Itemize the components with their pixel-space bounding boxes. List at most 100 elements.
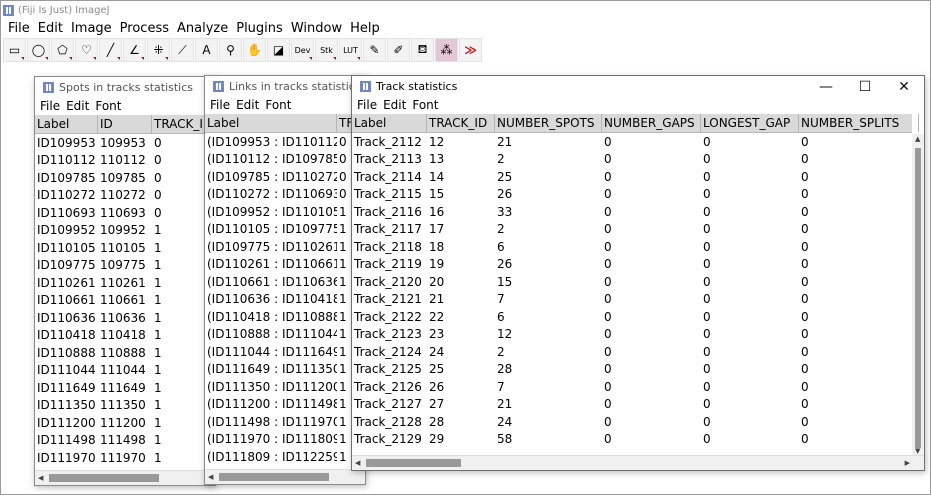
pencil-icon[interactable]: ✎: [363, 38, 386, 62]
spots-titlebar[interactable]: Spots in tracks statistics: [35, 77, 215, 97]
menu-help[interactable]: Help: [348, 21, 386, 36]
table-row[interactable]: ID111350 111350 1: [35, 397, 215, 415]
menu-file[interactable]: File: [40, 99, 66, 113]
text-icon[interactable]: A: [195, 38, 218, 62]
table-row[interactable]: Track_2128 28 24 0 0 0: [352, 413, 924, 431]
flood-fill-icon[interactable]: ⛾: [411, 38, 434, 62]
table-row[interactable]: Track_2120 20 15 0 0 0: [352, 273, 924, 291]
table-row[interactable]: (ID110105 : ID109775) 1: [205, 221, 365, 239]
column-header[interactable]: Label: [352, 114, 427, 132]
table-row[interactable]: ID110636 110636 1: [35, 309, 215, 327]
table-row[interactable]: ID110105 110105 1: [35, 239, 215, 257]
column-header[interactable]: Label: [35, 115, 98, 133]
tracks-window[interactable]: Track statistics — ☐ ✕ File Edit Font Labe…: [351, 75, 925, 471]
table-row[interactable]: ID110888 110888 1: [35, 344, 215, 362]
stk-icon[interactable]: Stk: [315, 38, 338, 62]
table-row[interactable]: ID110418 110418 1: [35, 327, 215, 345]
table-row[interactable]: Track_2114 14 25 0 0 0: [352, 168, 924, 186]
table-row[interactable]: (ID110418 : ID110888) 1: [205, 308, 365, 326]
table-row[interactable]: (ID111970 : ID111809) 1: [205, 431, 365, 449]
table-row[interactable]: ID110661 110661 1: [35, 292, 215, 310]
column-header[interactable]: NUMBER_SPLITS: [799, 114, 919, 132]
menu-image[interactable]: Image: [69, 21, 118, 36]
links-table-body[interactable]: (ID109953 : ID110112) 0 (ID110112 : ID1097…: [205, 133, 365, 466]
menu-file[interactable]: File: [6, 21, 36, 36]
close-icon[interactable]: ✕: [890, 79, 918, 95]
menu-edit[interactable]: Edit: [236, 98, 265, 112]
tracks-table-header[interactable]: Label TRACK_ID NUMBER_SPOTS NUMBER_GAPS LONG…: [352, 114, 919, 133]
tracks-vscroll-thumb[interactable]: [915, 148, 921, 448]
tracks-table-body[interactable]: Track_2112 12 21 0 0 0 Track_2113 13 2 0 0 0 Track_2…: [352, 133, 924, 448]
table-row[interactable]: Track_2117 17 2 0 0 0: [352, 221, 924, 239]
table-row[interactable]: Track_2125 25 28 0 0 0: [352, 361, 924, 379]
table-row[interactable]: ID111044 111044 1: [35, 362, 215, 380]
table-row[interactable]: ID109785 109785 0: [35, 169, 215, 187]
table-row[interactable]: Track_2124 24 2 0 0 0: [352, 343, 924, 361]
table-row[interactable]: (ID110261 : ID110661) 1: [205, 256, 365, 274]
table-row[interactable]: (ID111649 : ID111350) 1: [205, 361, 365, 379]
menu-font[interactable]: Font: [95, 99, 127, 113]
table-row[interactable]: (ID110661 : ID110636) 1: [205, 273, 365, 291]
table-row[interactable]: Track_2129 29 58 0 0 0: [352, 431, 924, 449]
menu-file[interactable]: File: [357, 98, 383, 112]
table-row[interactable]: Track_2119 19 26 0 0 0: [352, 256, 924, 274]
lut-icon[interactable]: LUT: [339, 38, 362, 62]
menu-process[interactable]: Process: [118, 21, 175, 36]
scroll-down-icon[interactable]: ▼: [915, 447, 920, 455]
table-row[interactable]: Track_2122 22 6 0 0 0: [352, 308, 924, 326]
spots-table-body[interactable]: ID109953 109953 0 ID110112 110112 0 ID109785 10…: [35, 134, 215, 467]
polygon-icon[interactable]: ⬠: [51, 38, 74, 62]
table-row[interactable]: (ID110888 : ID111044) 1: [205, 326, 365, 344]
table-row[interactable]: (ID111498 : ID111970) 1: [205, 413, 365, 431]
table-row[interactable]: ID109952 109952 1: [35, 222, 215, 240]
table-row[interactable]: Track_2118 18 6 0 0 0: [352, 238, 924, 256]
column-header[interactable]: Label: [205, 114, 337, 132]
dev-icon[interactable]: Dev: [291, 38, 314, 62]
table-row[interactable]: ID110112 110112 0: [35, 152, 215, 170]
table-row[interactable]: ID111200 111200 1: [35, 414, 215, 432]
menu-file[interactable]: File: [210, 98, 236, 112]
menu-analyze[interactable]: Analyze: [175, 21, 234, 36]
brush-icon[interactable]: ✐: [387, 38, 410, 62]
oval-icon[interactable]: ◯: [27, 38, 50, 62]
hand-icon[interactable]: ✋: [243, 38, 266, 62]
table-row[interactable]: ID111498 111498 1: [35, 432, 215, 450]
tracks-vscroll[interactable]: ▲ ▼: [912, 134, 924, 456]
table-row[interactable]: Track_2123 23 12 0 0 0: [352, 326, 924, 344]
links-titlebar[interactable]: Links in tracks statistics: [205, 76, 365, 96]
menu-window[interactable]: Window: [289, 21, 348, 36]
freehand-icon[interactable]: ♡: [75, 38, 98, 62]
table-row[interactable]: (ID111350 : ID111200) 1: [205, 378, 365, 396]
multipoint-icon[interactable]: ⁜: [147, 38, 170, 62]
angle-icon[interactable]: ∠: [123, 38, 146, 62]
table-row[interactable]: Track_2127 27 21 0 0 0: [352, 396, 924, 414]
menu-edit[interactable]: Edit: [383, 98, 412, 112]
table-row[interactable]: ID110261 110261 1: [35, 274, 215, 292]
column-header[interactable]: TRACK_ID: [427, 114, 495, 132]
switch-icon[interactable]: ≫: [459, 38, 482, 62]
spots-window[interactable]: Spots in tracks statistics File Edit Font …: [34, 76, 216, 486]
wand-icon[interactable]: ⟋: [171, 38, 194, 62]
spots-hscroll-thumb[interactable]: [49, 474, 159, 482]
table-row[interactable]: (ID109953 : ID110112) 0: [205, 133, 365, 151]
table-row[interactable]: (ID110272 : ID110693) 0: [205, 186, 365, 204]
table-row[interactable]: Track_2113 13 2 0 0 0: [352, 151, 924, 169]
links-hscroll[interactable]: ◀: [205, 469, 365, 484]
column-header[interactable]: NUMBER_SPOTS: [495, 114, 602, 132]
links-table-header[interactable]: Label TF: [205, 114, 365, 133]
table-row[interactable]: Track_2116 16 33 0 0 0: [352, 203, 924, 221]
table-row[interactable]: (ID111044 : ID111649) 1: [205, 343, 365, 361]
scroll-right-icon[interactable]: ▶: [905, 459, 910, 467]
table-row[interactable]: (ID110112 : ID109785) 0: [205, 151, 365, 169]
table-row[interactable]: (ID111200 : ID111498) 1: [205, 396, 365, 414]
menu-plugins[interactable]: Plugins: [234, 21, 289, 36]
table-row[interactable]: ID109775 109775 1: [35, 257, 215, 275]
table-row[interactable]: (ID111809 : ID112259) 1: [205, 448, 365, 466]
spots-table-header[interactable]: Label ID TRACK_ID: [35, 115, 215, 134]
table-row[interactable]: Track_2115 15 26 0 0 0: [352, 186, 924, 204]
table-row[interactable]: (ID110636 : ID110418) 1: [205, 291, 365, 309]
table-row[interactable]: (ID109775 : ID110261) 1: [205, 238, 365, 256]
links-hscroll-thumb[interactable]: [219, 473, 329, 481]
menu-font[interactable]: Font: [412, 98, 444, 112]
line-icon[interactable]: ╱: [99, 38, 122, 62]
